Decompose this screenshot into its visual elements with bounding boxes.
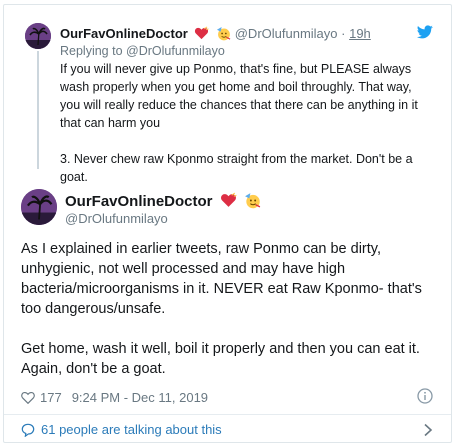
footer-divider [4,414,451,415]
main-tweet-text: As I explained in earlier tweets, raw Po… [21,239,441,399]
chat-bubble-icon [21,423,35,437]
party-face-emoji-icon [216,26,231,41]
heart-emoji-icon [220,192,237,209]
parent-header: OurFavOnlineDoctor @DrOlufunmilayo · 19h [60,26,371,41]
parent-paragraph-1: If you will never give up Ponmo, that's … [60,62,418,130]
embedded-tweet-card: OurFavOnlineDoctor @DrOlufunmilayo · 19h… [3,4,452,443]
parent-avatar[interactable] [25,23,51,49]
thread-line [37,51,39,169]
main-display-name[interactable]: OurFavOnlineDoctor [65,193,213,210]
tweet-timestamp[interactable]: 9:24 PM - Dec 11, 2019 [72,390,208,405]
parent-tweet-text: If you will never give up Ponmo, that's … [60,60,432,204]
main-paragraph-2: Get home, wash it well, boil it properly… [21,341,420,377]
chevron-right-icon[interactable] [423,423,433,437]
heart-icon[interactable] [21,391,35,404]
conversation-link[interactable]: 61 people are talking about this [21,422,222,437]
parent-timestamp[interactable]: 19h [349,26,371,41]
replying-to-label: Replying to @DrOlufunmilayo [60,44,225,58]
parent-display-name[interactable]: OurFavOnlineDoctor [60,26,188,41]
twitter-bird-icon[interactable] [417,25,433,39]
main-paragraph-1: As I explained in earlier tweets, raw Po… [21,241,422,317]
party-face-emoji-icon [244,192,261,209]
conversation-link-label[interactable]: 61 people are talking about this [41,422,222,437]
tweet-meta: 177 9:24 PM - Dec 11, 2019 [21,390,208,405]
heart-emoji-icon [194,26,210,41]
info-icon[interactable] [417,388,433,404]
main-header: OurFavOnlineDoctor [65,192,261,210]
like-count[interactable]: 177 [40,390,62,405]
parent-paragraph-2: 3. Never chew raw Kponmo straight from t… [60,152,413,184]
main-handle[interactable]: @DrOlufunmilayo [65,211,168,226]
main-avatar[interactable] [21,189,57,225]
parent-handle[interactable]: @DrOlufunmilayo [235,26,338,41]
